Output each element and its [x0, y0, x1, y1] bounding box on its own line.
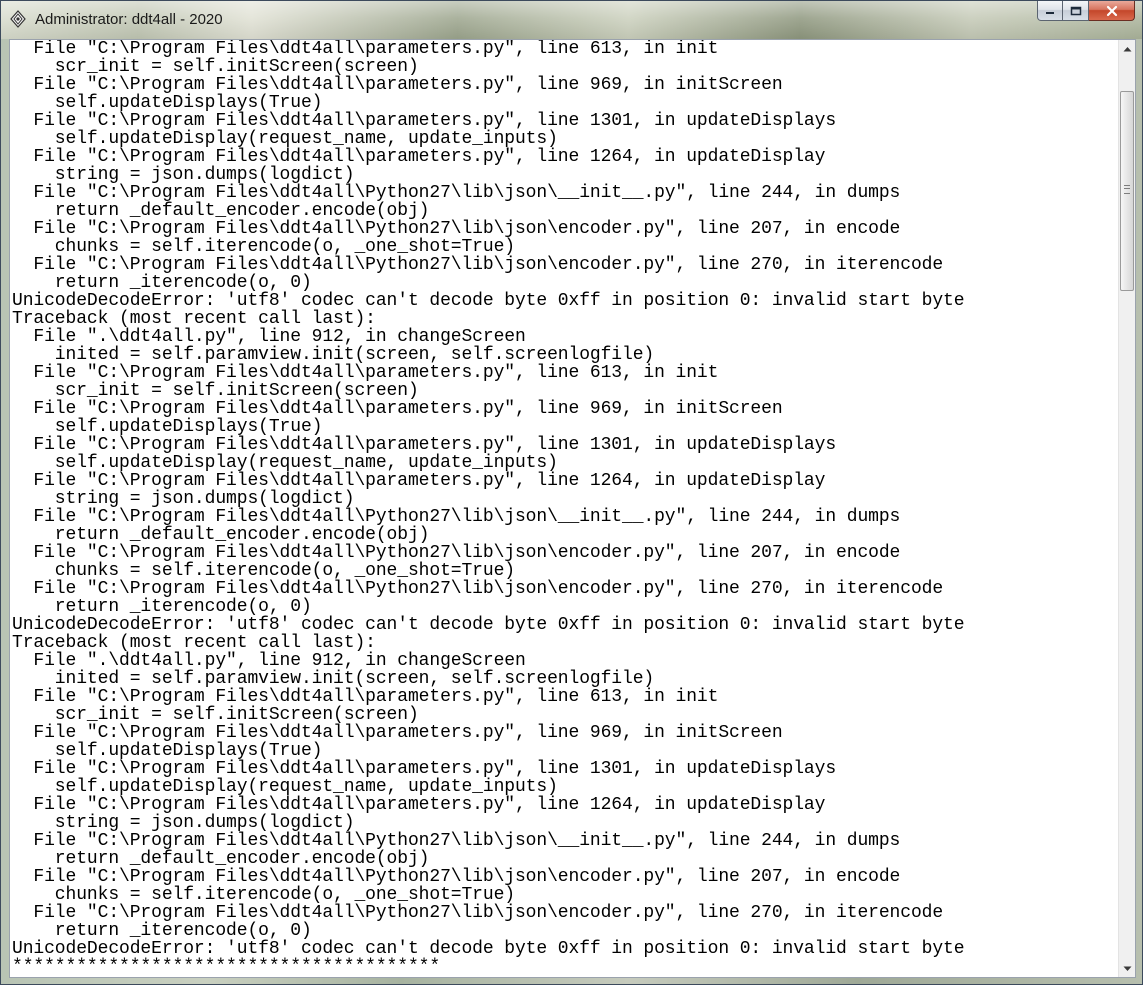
console-line: scr_init = self.initScreen(screen) [12, 57, 419, 77]
console-line: File "C:\Program Files\ddt4all\parameter… [12, 147, 826, 167]
console-area[interactable]: File "C:\Program Files\ddt4all\parameter… [9, 39, 1136, 978]
scroll-thumb[interactable] [1120, 91, 1134, 291]
console-line: File ".\ddt4all.py", line 912, in change… [12, 651, 526, 671]
console-line: File "C:\Program Files\ddt4all\Python27\… [12, 867, 901, 887]
console-line: File "C:\Program Files\ddt4all\Python27\… [12, 903, 944, 923]
scroll-down-arrow-icon [1123, 966, 1131, 971]
console-line: self.updateDisplay(request_name, update_… [12, 453, 558, 473]
console-line: self.updateDisplay(request_name, update_… [12, 129, 558, 149]
console-line: File "C:\Program Files\ddt4all\parameter… [12, 40, 719, 59]
console-line: File "C:\Program Files\ddt4all\Python27\… [12, 831, 901, 851]
console-line: File "C:\Program Files\ddt4all\Python27\… [12, 183, 901, 203]
minimize-button[interactable] [1037, 1, 1063, 21]
console-line: File "C:\Program Files\ddt4all\parameter… [12, 795, 826, 815]
console-line: return _iterencode(o, 0) [12, 273, 312, 293]
console-line: return _default_encoder.encode(obj) [12, 525, 430, 545]
console-line: string = json.dumps(logdict) [12, 165, 355, 185]
console-line: File "C:\Program Files\ddt4all\parameter… [12, 435, 837, 455]
maximize-button[interactable] [1063, 1, 1089, 21]
console-line: self.updateDisplays(True) [12, 741, 323, 761]
vertical-scrollbar[interactable] [1118, 40, 1135, 977]
console-line: chunks = self.iterencode(o, _one_shot=Tr… [12, 237, 515, 257]
caption-buttons [1037, 1, 1135, 22]
console-line: File "C:\Program Files\ddt4all\Python27\… [12, 507, 901, 527]
console-line: File ".\ddt4all.py", line 912, in change… [12, 327, 526, 347]
close-icon [1106, 5, 1117, 16]
console-line: string = json.dumps(logdict) [12, 489, 355, 509]
scroll-up-arrow-icon [1123, 46, 1131, 51]
console-line: Traceback (most recent call last): [12, 309, 376, 329]
scroll-down-button[interactable] [1119, 960, 1135, 977]
console-window: Administrator: ddt4all - 2020 File "C:\P… [0, 0, 1143, 985]
console-line: self.updateDisplays(True) [12, 417, 323, 437]
scroll-up-button[interactable] [1119, 40, 1135, 57]
console-line: File "C:\Program Files\ddt4all\Python27\… [12, 543, 901, 563]
console-line: string = json.dumps(logdict) [12, 813, 355, 833]
console-line: return _default_encoder.encode(obj) [12, 201, 430, 221]
console-line: inited = self.paramview.init(screen, sel… [12, 669, 655, 689]
console-line: chunks = self.iterencode(o, _one_shot=Tr… [12, 885, 515, 905]
console-line: self.updateDisplays(True) [12, 93, 323, 113]
console-line: File "C:\Program Files\ddt4all\parameter… [12, 399, 783, 419]
console-line: return _iterencode(o, 0) [12, 597, 312, 617]
console-line: File "C:\Program Files\ddt4all\parameter… [12, 759, 837, 779]
console-output[interactable]: File "C:\Program Files\ddt4all\parameter… [12, 40, 1114, 977]
minimize-icon [1046, 11, 1054, 14]
console-line: File "C:\Program Files\ddt4all\Python27\… [12, 579, 944, 599]
console-line: inited = self.paramview.init(screen, sel… [12, 345, 655, 365]
title-bar[interactable]: Administrator: ddt4all - 2020 [1, 1, 1142, 39]
console-line: File "C:\Program Files\ddt4all\parameter… [12, 471, 826, 491]
console-line: scr_init = self.initScreen(screen) [12, 381, 419, 401]
console-line: return _default_encoder.encode(obj) [12, 849, 430, 869]
console-line: UnicodeDecodeError: 'utf8' codec can't d… [12, 939, 965, 959]
console-line: Traceback (most recent call last): [12, 633, 376, 653]
console-line: UnicodeDecodeError: 'utf8' codec can't d… [12, 615, 965, 635]
scroll-thumb-grip-icon [1124, 185, 1130, 194]
console-line: File "C:\Program Files\ddt4all\parameter… [12, 687, 719, 707]
console-line: UnicodeDecodeError: 'utf8' codec can't d… [12, 291, 965, 311]
console-line: File "C:\Program Files\ddt4all\parameter… [12, 111, 837, 131]
ddt4all-app-icon [10, 10, 26, 28]
close-button[interactable] [1089, 1, 1135, 21]
window-title: Administrator: ddt4all - 2020 [35, 11, 223, 28]
maximize-icon [1070, 6, 1081, 15]
console-line: File "C:\Program Files\ddt4all\parameter… [12, 75, 783, 95]
console-line: File "C:\Program Files\ddt4all\parameter… [12, 723, 783, 743]
console-line: File "C:\Program Files\ddt4all\Python27\… [12, 219, 901, 239]
console-line: self.updateDisplay(request_name, update_… [12, 777, 558, 797]
console-line: chunks = self.iterencode(o, _one_shot=Tr… [12, 561, 515, 581]
console-line: return _iterencode(o, 0) [12, 921, 312, 941]
console-line: **************************************** [12, 957, 441, 977]
console-line: File "C:\Program Files\ddt4all\parameter… [12, 363, 719, 383]
console-line: scr_init = self.initScreen(screen) [12, 705, 419, 725]
console-line: File "C:\Program Files\ddt4all\Python27\… [12, 255, 944, 275]
